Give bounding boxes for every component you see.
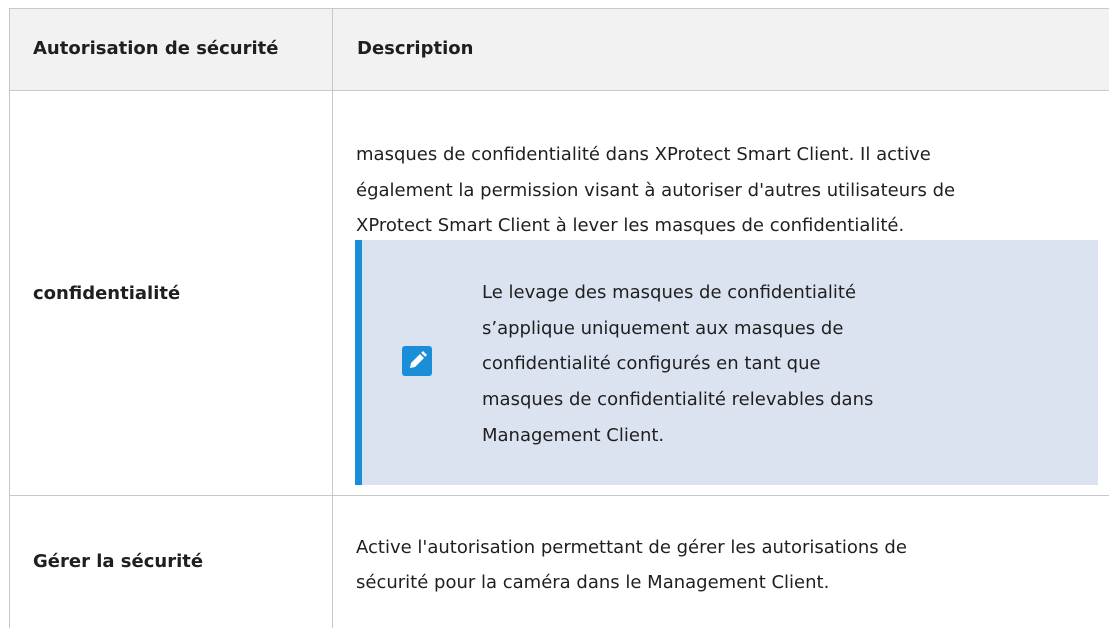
header-bottom-border	[10, 90, 1109, 91]
row-description-line: Active l'autorisation permettant de gére…	[356, 537, 907, 558]
column-divider	[332, 8, 333, 628]
note-line: Le levage des masques de confidentialité	[482, 282, 857, 303]
pencil-note-icon	[402, 346, 432, 376]
permissions-table: Autorisation de sécurité Description con…	[9, 8, 1109, 628]
note-line: confidentialité configurés en tant que	[482, 353, 821, 374]
table-top-border	[10, 8, 1109, 9]
note-line: s’applique uniquement aux masques de	[482, 318, 844, 339]
row-description-line: également la permission visant à autoris…	[356, 180, 956, 201]
note-line: masques de confidentialité relevables da…	[482, 389, 874, 410]
row-description-line: masques de confidentialité dans XProtect…	[356, 144, 931, 165]
note-box: Le levage des masques de confidentialité…	[355, 240, 1098, 485]
row-description-line: XProtect Smart Client à lever les masque…	[356, 215, 905, 236]
header-security-permission: Autorisation de sécurité	[33, 38, 279, 59]
row-description-line: sécurité pour la caméra dans le Manageme…	[356, 572, 830, 593]
row-divider	[10, 495, 1109, 496]
row-title-gerer-la-securite: Gérer la sécurité	[33, 551, 204, 572]
row-title-confidentialite: confidentialité	[33, 283, 181, 304]
header-description: Description	[357, 38, 474, 59]
note-line: Management Client.	[482, 425, 665, 446]
